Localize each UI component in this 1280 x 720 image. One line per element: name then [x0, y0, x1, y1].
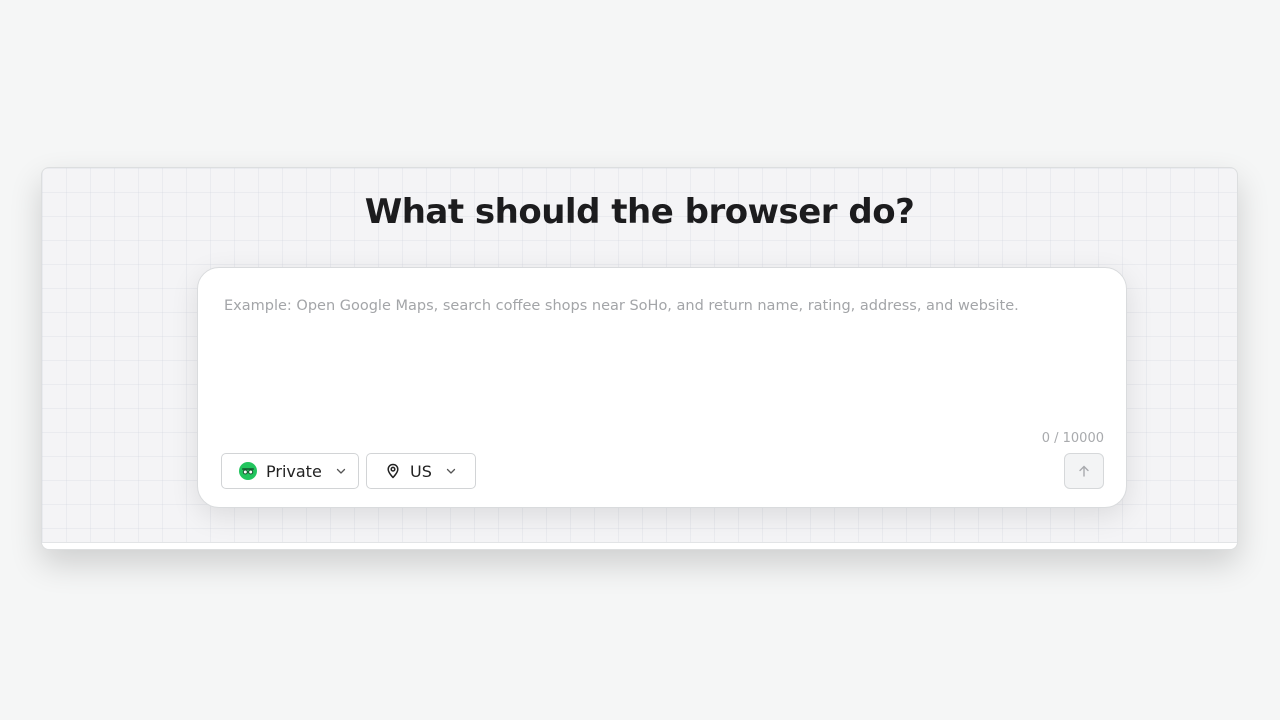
location-label: US: [410, 461, 432, 481]
incognito-icon: [239, 462, 257, 480]
task-prompt-input[interactable]: [224, 298, 1094, 418]
page-title: What should the browser do?: [364, 192, 915, 232]
chevron-down-icon: [445, 465, 457, 477]
arrow-up-icon: [1077, 464, 1091, 478]
chevron-down-icon: [335, 465, 347, 477]
privacy-mode-label: Private: [266, 461, 322, 481]
map-pin-icon: [385, 463, 401, 479]
prompt-box: 0 / 10000 Private: [197, 267, 1127, 508]
location-dropdown[interactable]: US: [366, 453, 476, 489]
send-button[interactable]: [1064, 453, 1104, 489]
task-card: What should the browser do? 0 / 10000 Pr…: [41, 167, 1238, 550]
page: What should the browser do? 0 / 10000 Pr…: [0, 0, 1280, 720]
character-counter: 0 / 10000: [1041, 431, 1104, 446]
privacy-mode-dropdown[interactable]: Private: [221, 453, 359, 489]
